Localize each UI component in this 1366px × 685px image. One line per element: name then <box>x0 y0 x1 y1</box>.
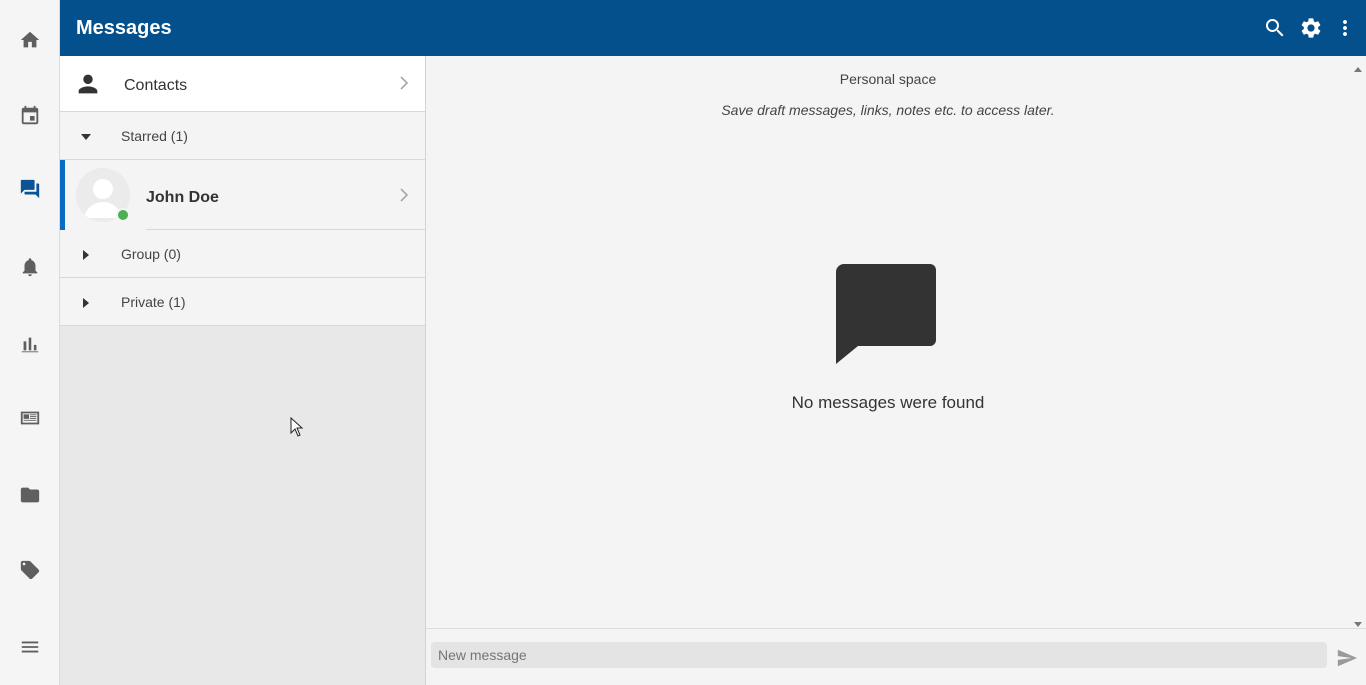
person-icon <box>74 70 102 98</box>
more-button[interactable] <box>1331 14 1359 42</box>
app-rail <box>0 0 60 685</box>
contact-name: John Doe <box>146 189 219 206</box>
app-header: Messages <box>60 0 1366 56</box>
home-icon <box>20 31 40 48</box>
group-header-starred[interactable]: Starred (1) <box>60 112 425 160</box>
menu-button[interactable] <box>0 627 60 667</box>
settings-button[interactable] <box>1297 14 1325 42</box>
news-button[interactable] <box>0 398 60 438</box>
search-button[interactable] <box>1261 14 1289 42</box>
message-area: Personal space Save draft messages, link… <box>426 56 1350 628</box>
group-header-private[interactable]: Private (1) <box>60 278 425 326</box>
chevron-right-icon <box>397 76 411 90</box>
send-button[interactable] <box>1336 647 1358 669</box>
group-header-group[interactable]: Group (0) <box>60 230 425 278</box>
group-label-starred: Starred (1) <box>121 128 188 144</box>
calendar-button[interactable] <box>0 96 60 136</box>
messages-button[interactable] <box>0 169 60 209</box>
calendar-icon <box>21 105 39 125</box>
conversation-list-panel: Contacts Starred (1) John Doe Group (0) … <box>60 56 426 685</box>
chevron-right-icon <box>397 188 411 202</box>
scroll-down-icon[interactable] <box>1354 615 1362 627</box>
chat-bubbles-icon <box>836 264 940 366</box>
scroll-up-icon[interactable] <box>1354 61 1362 72</box>
send-icon <box>1337 649 1358 667</box>
contacts-label: Contacts <box>124 77 188 94</box>
more-vert-icon <box>1343 20 1347 36</box>
reports-button[interactable] <box>0 324 60 364</box>
empty-state-message: No messages were found <box>791 393 985 412</box>
search-icon <box>1266 19 1284 37</box>
contact-item-john-doe[interactable]: John Doe <box>60 160 425 230</box>
newspaper-icon <box>20 411 40 425</box>
bell-icon <box>22 258 38 277</box>
group-label-group: Group (0) <box>121 246 181 262</box>
conversation-title: Personal space <box>839 71 937 87</box>
tags-button[interactable] <box>0 550 60 590</box>
caret-right-icon <box>80 248 92 260</box>
gear-icon <box>1301 18 1321 38</box>
conversation-subtitle: Save draft messages, links, notes etc. t… <box>721 102 1055 118</box>
new-message-input[interactable] <box>431 642 1327 668</box>
contacts-row[interactable]: Contacts <box>60 56 425 112</box>
group-label-private: Private (1) <box>121 294 186 310</box>
notifications-button[interactable] <box>0 247 60 287</box>
caret-down-icon <box>80 130 92 142</box>
mouse-cursor-icon <box>290 417 304 437</box>
home-button[interactable] <box>0 20 60 60</box>
message-composer <box>426 628 1366 685</box>
files-button[interactable] <box>0 475 60 515</box>
scrollbar[interactable] <box>1350 56 1366 628</box>
menu-icon <box>21 641 39 653</box>
page-title: Messages <box>76 17 172 39</box>
messages-icon <box>20 179 40 199</box>
caret-right-icon <box>80 296 92 308</box>
folder-icon <box>20 487 40 503</box>
bar-chart-icon <box>21 337 39 353</box>
selection-indicator <box>60 160 65 230</box>
tag-icon <box>20 560 40 580</box>
online-status-dot <box>116 208 130 222</box>
